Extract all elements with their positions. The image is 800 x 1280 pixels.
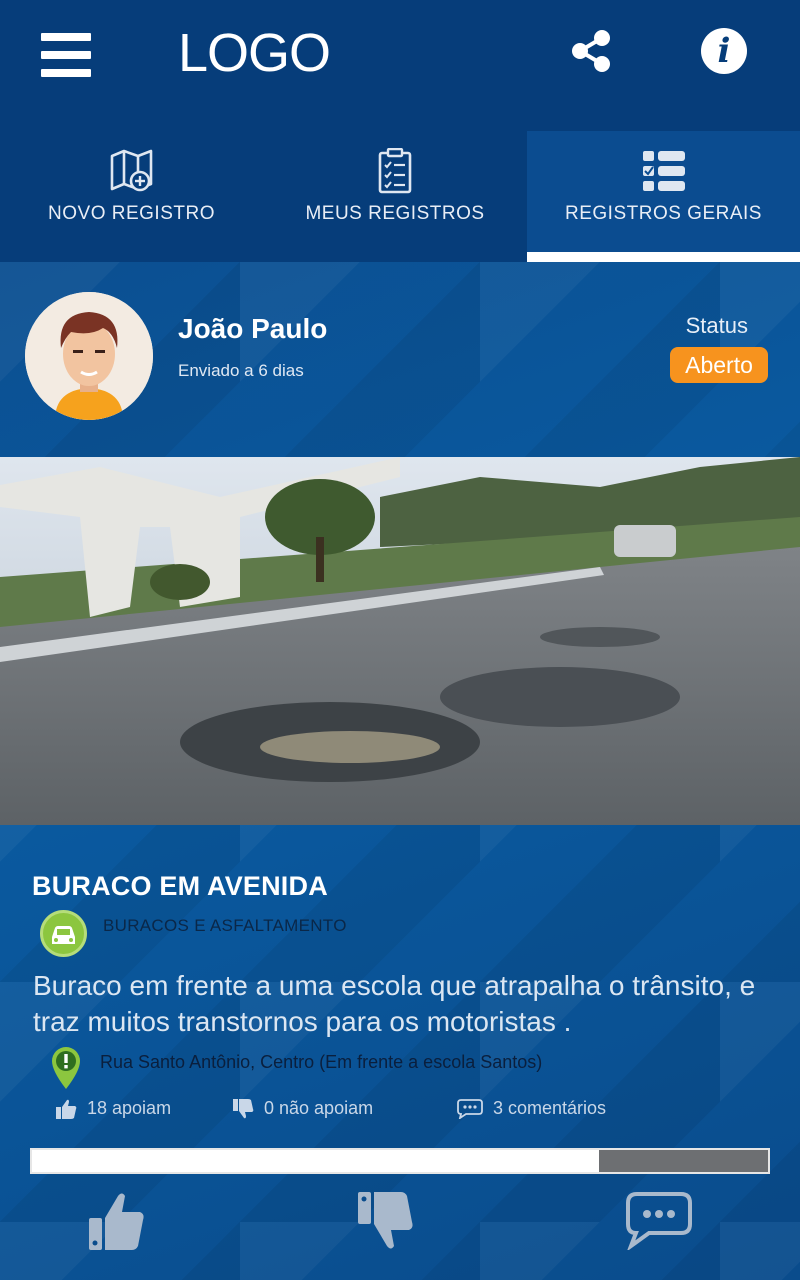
support-progress-fill: [32, 1150, 599, 1172]
active-tab-indicator: [527, 252, 800, 262]
hamburger-menu-icon[interactable]: [41, 33, 91, 77]
location-text[interactable]: Rua Santo Antônio, Centro (Em frente a e…: [100, 1052, 542, 1073]
sent-time: Enviado a 6 dias: [178, 361, 304, 380]
checklist-icon: [642, 151, 685, 191]
tab-label: NOVO REGISTRO: [48, 203, 215, 224]
post-photo[interactable]: [0, 457, 800, 825]
share-icon[interactable]: [569, 28, 613, 74]
location-pin-icon: [52, 1047, 80, 1089]
tab-novo-registro[interactable]: NOVO REGISTRO: [0, 131, 263, 262]
tab-bar: NOVO REGISTRO MEUS REGISTROS REGISTROS G…: [0, 131, 800, 262]
support-progress-bar: [30, 1148, 770, 1174]
map-add-icon: [110, 149, 152, 192]
support-count: 18 apoiam: [55, 1098, 171, 1120]
top-bar: LOGO i: [0, 0, 800, 131]
support-label: 18 apoiam: [87, 1098, 172, 1118]
post-description: Buraco em frente a uma escola que atrapa…: [33, 970, 756, 1037]
post-title: BURACO EM AVENIDA: [32, 871, 328, 901]
tab-meus-registros[interactable]: MEUS REGISTROS: [263, 131, 527, 262]
avatar: [25, 292, 153, 420]
category-label: BURACOS E ASFALTAMENTO: [103, 916, 347, 935]
info-icon[interactable]: i: [701, 28, 747, 74]
thumbs-up-icon: [56, 1100, 77, 1120]
clipboard-list-icon: [378, 148, 412, 194]
tab-label: REGISTROS GERAIS: [565, 203, 762, 224]
app-logo: LOGO: [178, 23, 331, 83]
thumbs-down-icon[interactable]: [357, 1190, 415, 1252]
comment-bubble-icon[interactable]: [625, 1190, 693, 1250]
status-label: Status: [685, 313, 748, 338]
status-badge: Aberto: [670, 347, 768, 383]
comments-label: 3 comentários: [493, 1098, 607, 1118]
user-name[interactable]: João Paulo: [178, 313, 327, 345]
car-icon: [40, 910, 87, 957]
tab-label: MEUS REGISTROS: [305, 203, 485, 224]
not-support-label: 0 não apoiam: [264, 1098, 374, 1118]
not-support-count: 0 não apoiam: [232, 1098, 373, 1120]
comments-count: 3 comentários: [457, 1098, 607, 1120]
thumbs-down-icon: [233, 1099, 254, 1119]
thumbs-up-icon[interactable]: [88, 1190, 146, 1252]
comment-bubble-icon: [457, 1099, 483, 1120]
tab-registros-gerais[interactable]: REGISTROS GERAIS: [527, 131, 800, 262]
